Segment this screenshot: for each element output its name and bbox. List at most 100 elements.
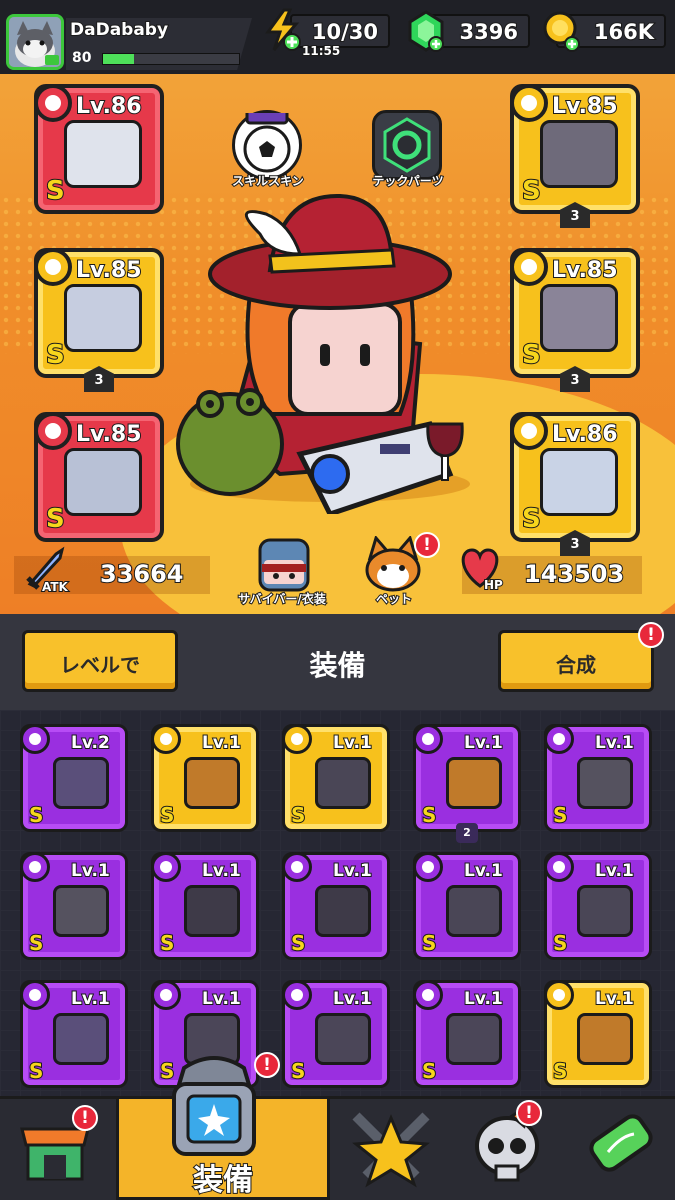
inventory-item[interactable]: Lv.2 S [20,724,128,832]
game-screen: DaDababy 80 10/30 11:55 3396 166K スキルスキン… [0,0,675,1200]
item-level: Lv.1 [70,860,111,882]
gloves-item-icon [64,448,142,516]
slot-rank: S [45,339,66,371]
hexagon-chip-icon [383,117,431,173]
gloves-icon [20,724,50,754]
item-level: Lv.1 [332,988,373,1010]
item-rank: S [159,802,175,828]
equipped-slot-belt[interactable]: Lv.85 S 3 [510,248,640,392]
item-art [184,885,240,937]
merge-button[interactable]: 合成 [498,630,654,692]
inventory-item[interactable]: Lv.1 S [544,980,652,1088]
weapon-icon [413,724,443,754]
gold-value: 166K [593,19,655,45]
item-level: Lv.1 [201,988,242,1010]
item-level: Lv.1 [594,988,635,1010]
armor-item-icon [540,120,618,188]
item-level: Lv.1 [332,860,373,882]
energy-counter[interactable]: 10/30 [290,14,390,48]
inventory-item[interactable]: Lv.1 S [151,852,259,960]
gold-coin-icon [542,10,584,54]
item-art [184,757,240,809]
item-art [446,757,502,809]
belt-icon [282,724,312,754]
hero-character[interactable] [170,174,490,518]
xp-bar [102,53,240,65]
dna-capsule-icon [589,1114,653,1172]
item-rank: S [552,1058,568,1084]
merge-alert-badge: ! [638,622,664,648]
evolve-alert-badge: ! [516,1100,542,1126]
equipped-slot-necklace[interactable]: Lv.85 S 3 [34,248,164,392]
equipped-slot-gloves[interactable]: Lv.85 S [34,412,164,542]
item-level: Lv.1 [201,860,242,882]
pet-label: ペット [375,591,413,607]
inventory-grid: Lv.2 S Lv.1 S Lv.1 S Lv.1 S 2 Lv.1 S Lv.1 S Lv.1 S Lv.1… [0,710,675,1096]
inventory-item[interactable]: Lv.1 S [20,852,128,960]
nav-lab[interactable] [566,1096,675,1200]
nav-battle[interactable] [336,1096,446,1200]
avatar[interactable] [6,14,64,70]
inventory-item[interactable]: Lv.1 S 2 [413,724,521,843]
inventory-item[interactable]: Lv.1 S [413,852,521,960]
necklace-type-icon [34,248,72,286]
item-art [53,1013,109,1065]
inventory-item[interactable]: Lv.1 S [282,724,390,832]
gem-icon [406,10,448,54]
inventory-item[interactable]: Lv.1 S [413,980,521,1088]
item-star-count: 2 [456,823,478,843]
player-name: DaDababy [69,19,169,41]
item-art [577,1013,633,1065]
armor-icon [544,724,574,754]
slot-star-count: 3 [560,366,590,392]
slot-level: Lv.86 [551,421,619,448]
weapon-icon [544,980,574,1010]
inventory-item[interactable]: Lv.1 S [282,980,390,1088]
slot-level: Lv.85 [551,257,619,284]
atk-label: ATK [41,579,69,595]
inventory-item[interactable]: Lv.1 S [20,980,128,1088]
energy-timer: 11:55 [301,43,341,59]
tech-parts-button[interactable] [372,110,442,180]
survivor-costume-button[interactable] [252,536,316,594]
pet-alert-badge: ! [414,532,440,558]
gems-value: 3396 [459,19,519,45]
nav-equipment-label: 装備 [192,1162,254,1199]
item-rank: S [290,1058,306,1084]
item-rank: S [421,1058,437,1084]
item-art [53,885,109,937]
item-level: Lv.1 [463,988,504,1010]
weapon-type-icon [34,84,72,122]
item-level: Lv.1 [332,732,373,754]
energy-value: 10/30 [311,19,379,45]
top-bar: DaDababy 80 10/30 11:55 3396 166K [0,0,675,74]
skill-skin-button[interactable] [232,107,302,180]
equipment-bar: レベルで 装備 合成 ! [0,614,675,710]
slot-star-count: 3 [560,530,590,556]
item-level: Lv.1 [70,988,111,1010]
inventory-item[interactable]: Lv.1 S [544,724,652,832]
inventory-item[interactable]: Lv.1 S [282,852,390,960]
equipped-slot-weapon[interactable]: Lv.86 S [34,84,164,214]
item-level: Lv.1 [463,732,504,754]
item-rank: S [290,802,306,828]
necklace-item-icon [64,284,142,352]
survivor-face-icon [258,538,310,592]
skill-skin-label: スキルスキン [231,173,305,189]
boots-icon [151,980,181,1010]
slot-level: Lv.85 [551,93,619,120]
nav-evolve[interactable] [452,1096,562,1200]
necklace-icon [282,852,312,882]
inventory-item[interactable]: Lv.1 S [151,724,259,832]
inventory-item[interactable]: Lv.1 S [544,852,652,960]
equipped-slot-boots[interactable]: Lv.86 S 3 [510,412,640,556]
equipped-slot-armor[interactable]: Lv.85 S 3 [510,84,640,228]
item-rank: S [421,930,437,956]
weapon-icon [151,724,181,754]
item-art [446,885,502,937]
merge-label: 合成 [556,653,596,677]
item-art [446,1013,502,1065]
slot-rank: S [521,503,542,535]
item-art [315,757,371,809]
gloves-type-icon [34,412,72,450]
